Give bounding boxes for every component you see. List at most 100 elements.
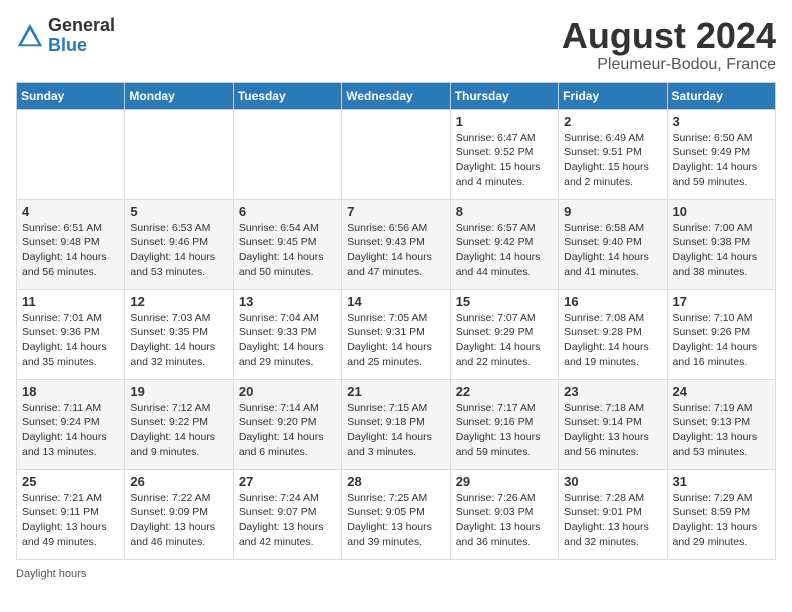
day-number: 26 <box>130 474 227 489</box>
calendar-body: 1Sunrise: 6:47 AM Sunset: 9:52 PM Daylig… <box>17 109 776 559</box>
day-number: 6 <box>239 204 336 219</box>
day-info: Sunrise: 6:57 AM Sunset: 9:42 PM Dayligh… <box>456 221 553 280</box>
calendar-day <box>17 109 125 199</box>
day-number: 31 <box>673 474 770 489</box>
day-number: 7 <box>347 204 444 219</box>
day-number: 13 <box>239 294 336 309</box>
calendar-day: 12 Sunrise: 7:03 AM Sunset: 9:35 PM Dayli… <box>125 289 233 379</box>
calendar-week-row: 25 Sunrise: 7:21 AM Sunset: 9:11 PM Dayli… <box>17 469 776 559</box>
calendar-day: 1Sunrise: 6:47 AM Sunset: 9:52 PM Daylig… <box>450 109 558 199</box>
calendar-header: SundayMondayTuesdayWednesdayThursdayFrid… <box>17 82 776 109</box>
calendar-day: 23 Sunrise: 7:18 AM Sunset: 9:14 PM Dayli… <box>559 379 667 469</box>
weekday-header-saturday: Saturday <box>667 82 775 109</box>
calendar-day: 5 Sunrise: 6:53 AM Sunset: 9:46 PM Daylig… <box>125 199 233 289</box>
calendar-day: 6 Sunrise: 6:54 AM Sunset: 9:45 PM Daylig… <box>233 199 341 289</box>
weekday-header-monday: Monday <box>125 82 233 109</box>
day-info: Sunrise: 7:05 AM Sunset: 9:31 PM Dayligh… <box>347 311 444 370</box>
day-info: Sunrise: 7:24 AM Sunset: 9:07 PM Dayligh… <box>239 491 336 550</box>
calendar-day: 28 Sunrise: 7:25 AM Sunset: 9:05 PM Dayli… <box>342 469 450 559</box>
day-info: Sunrise: 6:58 AM Sunset: 9:40 PM Dayligh… <box>564 221 661 280</box>
day-info: Sunrise: 7:11 AM Sunset: 9:24 PM Dayligh… <box>22 401 119 460</box>
logo-general: General <box>48 15 115 35</box>
calendar-day: 21Sunrise: 7:15 AM Sunset: 9:18 PM Dayli… <box>342 379 450 469</box>
logo-blue: Blue <box>48 35 87 55</box>
calendar-day: 22Sunrise: 7:17 AM Sunset: 9:16 PM Dayli… <box>450 379 558 469</box>
calendar-day: 2Sunrise: 6:49 AM Sunset: 9:51 PM Daylig… <box>559 109 667 199</box>
calendar-day: 9Sunrise: 6:58 AM Sunset: 9:40 PM Daylig… <box>559 199 667 289</box>
calendar-day <box>342 109 450 199</box>
day-number: 11 <box>22 294 119 309</box>
calendar-day <box>233 109 341 199</box>
day-info: Sunrise: 7:12 AM Sunset: 9:22 PM Dayligh… <box>130 401 227 460</box>
calendar-day: 16Sunrise: 7:08 AM Sunset: 9:28 PM Dayli… <box>559 289 667 379</box>
calendar-day: 20Sunrise: 7:14 AM Sunset: 9:20 PM Dayli… <box>233 379 341 469</box>
calendar-day: 29Sunrise: 7:26 AM Sunset: 9:03 PM Dayli… <box>450 469 558 559</box>
day-number: 27 <box>239 474 336 489</box>
calendar-day: 24 Sunrise: 7:19 AM Sunset: 9:13 PM Dayli… <box>667 379 775 469</box>
day-info: Sunrise: 7:17 AM Sunset: 9:16 PM Dayligh… <box>456 401 553 460</box>
calendar-day: 17Sunrise: 7:10 AM Sunset: 9:26 PM Dayli… <box>667 289 775 379</box>
day-number: 28 <box>347 474 444 489</box>
calendar-day: 18 Sunrise: 7:11 AM Sunset: 9:24 PM Dayli… <box>17 379 125 469</box>
day-number: 3 <box>673 114 770 129</box>
day-number: 1 <box>456 114 553 129</box>
calendar-day: 14 Sunrise: 7:05 AM Sunset: 9:31 PM Dayli… <box>342 289 450 379</box>
day-info: Sunrise: 6:49 AM Sunset: 9:51 PM Dayligh… <box>564 131 661 190</box>
calendar-day: 10Sunrise: 7:00 AM Sunset: 9:38 PM Dayli… <box>667 199 775 289</box>
day-info: Sunrise: 7:07 AM Sunset: 9:29 PM Dayligh… <box>456 311 553 370</box>
calendar-day: 13 Sunrise: 7:04 AM Sunset: 9:33 PM Dayli… <box>233 289 341 379</box>
calendar-day: 8 Sunrise: 6:57 AM Sunset: 9:42 PM Daylig… <box>450 199 558 289</box>
calendar-day: 30Sunrise: 7:28 AM Sunset: 9:01 PM Dayli… <box>559 469 667 559</box>
day-number: 21 <box>347 384 444 399</box>
weekday-header-wednesday: Wednesday <box>342 82 450 109</box>
day-info: Sunrise: 7:19 AM Sunset: 9:13 PM Dayligh… <box>673 401 770 460</box>
day-number: 12 <box>130 294 227 309</box>
day-info: Sunrise: 7:21 AM Sunset: 9:11 PM Dayligh… <box>22 491 119 550</box>
footer: Daylight hours <box>16 568 776 580</box>
day-info: Sunrise: 6:51 AM Sunset: 9:48 PM Dayligh… <box>22 221 119 280</box>
page-header: General Blue August 2024 Pleumeur-Bodou,… <box>16 16 776 74</box>
day-info: Sunrise: 7:22 AM Sunset: 9:09 PM Dayligh… <box>130 491 227 550</box>
day-number: 5 <box>130 204 227 219</box>
calendar-day: 3Sunrise: 6:50 AM Sunset: 9:49 PM Daylig… <box>667 109 775 199</box>
calendar-day: 26 Sunrise: 7:22 AM Sunset: 9:09 PM Dayli… <box>125 469 233 559</box>
calendar-day: 4 Sunrise: 6:51 AM Sunset: 9:48 PM Daylig… <box>17 199 125 289</box>
calendar-day: 15Sunrise: 7:07 AM Sunset: 9:29 PM Dayli… <box>450 289 558 379</box>
footer-text: Daylight hours <box>16 568 86 580</box>
calendar-table: SundayMondayTuesdayWednesdayThursdayFrid… <box>16 82 776 560</box>
weekday-header-row: SundayMondayTuesdayWednesdayThursdayFrid… <box>17 82 776 109</box>
day-number: 29 <box>456 474 553 489</box>
day-info: Sunrise: 6:53 AM Sunset: 9:46 PM Dayligh… <box>130 221 227 280</box>
calendar-day: 25 Sunrise: 7:21 AM Sunset: 9:11 PM Dayli… <box>17 469 125 559</box>
calendar-week-row: 11 Sunrise: 7:01 AM Sunset: 9:36 PM Dayli… <box>17 289 776 379</box>
weekday-header-friday: Friday <box>559 82 667 109</box>
day-info: Sunrise: 7:00 AM Sunset: 9:38 PM Dayligh… <box>673 221 770 280</box>
calendar-day <box>125 109 233 199</box>
day-info: Sunrise: 6:56 AM Sunset: 9:43 PM Dayligh… <box>347 221 444 280</box>
day-info: Sunrise: 7:14 AM Sunset: 9:20 PM Dayligh… <box>239 401 336 460</box>
logo-text: General Blue <box>48 16 115 56</box>
day-info: Sunrise: 7:04 AM Sunset: 9:33 PM Dayligh… <box>239 311 336 370</box>
main-title: August 2024 <box>562 16 776 56</box>
calendar-week-row: 18 Sunrise: 7:11 AM Sunset: 9:24 PM Dayli… <box>17 379 776 469</box>
day-info: Sunrise: 7:28 AM Sunset: 9:01 PM Dayligh… <box>564 491 661 550</box>
day-info: Sunrise: 7:25 AM Sunset: 9:05 PM Dayligh… <box>347 491 444 550</box>
day-info: Sunrise: 7:03 AM Sunset: 9:35 PM Dayligh… <box>130 311 227 370</box>
day-info: Sunrise: 7:18 AM Sunset: 9:14 PM Dayligh… <box>564 401 661 460</box>
weekday-header-tuesday: Tuesday <box>233 82 341 109</box>
calendar-week-row: 4 Sunrise: 6:51 AM Sunset: 9:48 PM Daylig… <box>17 199 776 289</box>
day-number: 14 <box>347 294 444 309</box>
calendar-week-row: 1Sunrise: 6:47 AM Sunset: 9:52 PM Daylig… <box>17 109 776 199</box>
day-info: Sunrise: 6:54 AM Sunset: 9:45 PM Dayligh… <box>239 221 336 280</box>
calendar-day: 19 Sunrise: 7:12 AM Sunset: 9:22 PM Dayli… <box>125 379 233 469</box>
day-number: 25 <box>22 474 119 489</box>
day-number: 8 <box>456 204 553 219</box>
day-info: Sunrise: 7:01 AM Sunset: 9:36 PM Dayligh… <box>22 311 119 370</box>
day-number: 23 <box>564 384 661 399</box>
day-number: 24 <box>673 384 770 399</box>
weekday-header-thursday: Thursday <box>450 82 558 109</box>
day-number: 19 <box>130 384 227 399</box>
calendar-day: 27 Sunrise: 7:24 AM Sunset: 9:07 PM Dayli… <box>233 469 341 559</box>
day-number: 4 <box>22 204 119 219</box>
day-number: 18 <box>22 384 119 399</box>
